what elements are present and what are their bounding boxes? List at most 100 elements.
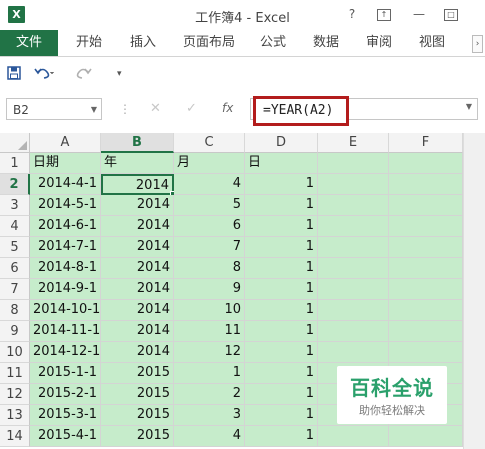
table-cell[interactable]: 2014-12-1 xyxy=(30,342,101,363)
table-cell[interactable]: 2014-6-1 xyxy=(30,216,101,237)
redo-icon[interactable] xyxy=(74,66,94,84)
table-cell[interactable]: 月 xyxy=(174,153,245,174)
tab-home[interactable]: 开始 xyxy=(76,30,102,56)
tab-page-layout[interactable]: 页面布局 xyxy=(183,30,235,56)
row-header[interactable]: 12 xyxy=(0,384,30,405)
table-cell[interactable]: 7 xyxy=(174,237,245,258)
tab-file[interactable]: 文件 xyxy=(0,30,58,56)
row-header[interactable]: 11 xyxy=(0,363,30,384)
row-header[interactable]: 10 xyxy=(0,342,30,363)
row-header[interactable]: 4 xyxy=(0,216,30,237)
table-cell[interactable]: 2014 xyxy=(101,321,174,342)
fx-icon[interactable]: fx xyxy=(222,101,233,115)
table-cell[interactable] xyxy=(318,216,389,237)
column-header-f[interactable]: F xyxy=(389,133,463,153)
table-cell[interactable]: 2015 xyxy=(101,405,174,426)
table-cell[interactable]: 2014-9-1 xyxy=(30,279,101,300)
table-cell[interactable] xyxy=(318,237,389,258)
table-cell[interactable]: 日期 xyxy=(30,153,101,174)
formula-highlight[interactable]: =YEAR(A2) xyxy=(253,96,349,126)
table-cell[interactable]: 日 xyxy=(245,153,318,174)
table-cell[interactable]: 11 xyxy=(174,321,245,342)
table-cell[interactable]: 1 xyxy=(245,321,318,342)
table-cell[interactable] xyxy=(389,426,463,447)
table-cell[interactable]: 2015-1-1 xyxy=(30,363,101,384)
column-header-e[interactable]: E xyxy=(318,133,389,153)
table-cell[interactable]: 12 xyxy=(174,342,245,363)
table-cell[interactable] xyxy=(389,195,463,216)
ribbon-scroll-right-button[interactable]: › xyxy=(472,35,483,53)
table-cell[interactable]: 9 xyxy=(174,279,245,300)
dropdown-icon[interactable]: ▼ xyxy=(91,99,97,121)
expand-formula-bar-icon[interactable]: ▼ xyxy=(466,102,472,111)
table-cell[interactable] xyxy=(389,258,463,279)
tab-view[interactable]: 视图 xyxy=(419,30,445,56)
table-cell[interactable]: 2014-8-1 xyxy=(30,258,101,279)
minimize-button[interactable]: — xyxy=(410,6,428,22)
table-cell[interactable]: 1 xyxy=(245,237,318,258)
table-cell[interactable]: 2 xyxy=(174,384,245,405)
table-cell[interactable] xyxy=(318,258,389,279)
table-cell[interactable]: 2014 xyxy=(101,258,174,279)
table-cell[interactable]: 1 xyxy=(174,363,245,384)
row-header[interactable]: 9 xyxy=(0,321,30,342)
table-cell[interactable]: 1 xyxy=(245,216,318,237)
column-header-a[interactable]: A xyxy=(30,133,101,153)
table-cell[interactable] xyxy=(318,174,389,195)
tab-review[interactable]: 审阅 xyxy=(366,30,392,56)
column-header-d[interactable]: D xyxy=(245,133,318,153)
table-cell[interactable] xyxy=(318,195,389,216)
table-cell[interactable]: 10 xyxy=(174,300,245,321)
ribbon-display-button[interactable]: ↑ xyxy=(377,9,391,21)
select-all-button[interactable] xyxy=(0,133,30,153)
table-cell[interactable] xyxy=(389,300,463,321)
vertical-scrollbar[interactable] xyxy=(463,133,485,449)
table-cell[interactable]: 3 xyxy=(174,405,245,426)
table-cell[interactable]: 2014-7-1 xyxy=(30,237,101,258)
table-cell[interactable]: 2015 xyxy=(101,384,174,405)
table-cell[interactable]: 1 xyxy=(245,363,318,384)
table-cell[interactable] xyxy=(318,153,389,174)
table-cell[interactable]: 5 xyxy=(174,195,245,216)
undo-icon[interactable] xyxy=(34,66,55,84)
table-cell[interactable]: 1 xyxy=(245,342,318,363)
table-cell[interactable]: 1 xyxy=(245,426,318,447)
column-header-b[interactable]: B xyxy=(101,133,174,153)
row-header[interactable]: 3 xyxy=(0,195,30,216)
name-box[interactable]: B2 ▼ xyxy=(6,98,102,120)
table-cell[interactable]: 2014 xyxy=(101,300,174,321)
table-cell[interactable]: 1 xyxy=(245,405,318,426)
table-cell[interactable]: 2014-5-1 xyxy=(30,195,101,216)
table-cell[interactable] xyxy=(389,174,463,195)
row-header[interactable]: 7 xyxy=(0,279,30,300)
table-cell[interactable]: 8 xyxy=(174,258,245,279)
table-cell[interactable]: 2014 xyxy=(101,279,174,300)
table-cell[interactable]: 2014 xyxy=(101,216,174,237)
tab-data[interactable]: 数据 xyxy=(313,30,339,56)
column-header-c[interactable]: C xyxy=(174,133,245,153)
table-cell[interactable] xyxy=(389,321,463,342)
table-cell[interactable] xyxy=(318,342,389,363)
table-cell[interactable]: 2014-10-1 xyxy=(30,300,101,321)
table-cell[interactable]: 1 xyxy=(245,384,318,405)
table-cell[interactable]: 2014-11-1 xyxy=(30,321,101,342)
table-cell[interactable] xyxy=(389,153,463,174)
table-cell[interactable]: 2014-4-1 xyxy=(30,174,101,195)
table-cell[interactable]: 4 xyxy=(174,426,245,447)
row-header[interactable]: 14 xyxy=(0,426,30,447)
table-cell[interactable]: 4 xyxy=(174,174,245,195)
table-cell[interactable]: 1 xyxy=(245,174,318,195)
table-cell[interactable]: 6 xyxy=(174,216,245,237)
table-cell[interactable]: 1 xyxy=(245,195,318,216)
row-header[interactable]: 1 xyxy=(0,153,30,174)
table-cell[interactable]: 1 xyxy=(245,258,318,279)
table-cell[interactable]: 2014 xyxy=(101,237,174,258)
tab-formulas[interactable]: 公式 xyxy=(260,30,286,56)
table-cell[interactable]: 2015-4-1 xyxy=(30,426,101,447)
table-cell[interactable] xyxy=(389,237,463,258)
customize-qat-icon[interactable]: ▾ xyxy=(117,69,122,79)
table-cell[interactable]: 2015-2-1 xyxy=(30,384,101,405)
row-header[interactable]: 2 xyxy=(0,174,30,195)
table-cell[interactable]: 2015-3-1 xyxy=(30,405,101,426)
table-cell[interactable]: 2014 xyxy=(101,195,174,216)
